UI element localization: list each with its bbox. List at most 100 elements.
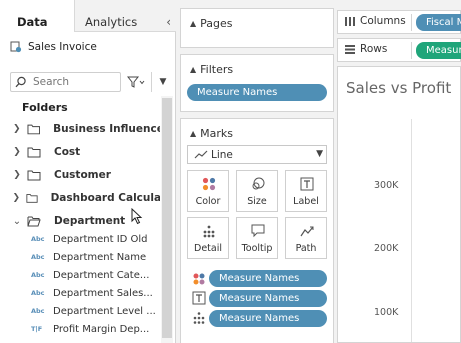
field-item[interactable]: Abc Department Name xyxy=(31,249,159,265)
marks-title[interactable]: ▲ Marks xyxy=(190,127,233,140)
boolean-type-icon: T|F xyxy=(31,325,43,333)
label-icon xyxy=(300,177,314,191)
columns-shelf-label: Columns xyxy=(344,15,406,27)
tab-analytics-label: Analytics xyxy=(85,15,138,29)
filter-icon xyxy=(127,76,145,88)
detail-icon xyxy=(203,225,215,238)
detail-label: Detail xyxy=(194,243,222,254)
chevron-right-icon[interactable]: ❯ xyxy=(12,124,22,134)
mark-type-select[interactable]: Line ▼ xyxy=(187,145,327,164)
tab-analytics[interactable]: Analytics ‹ xyxy=(75,0,176,32)
size-icon xyxy=(252,177,265,190)
y-axis-tick: 100K xyxy=(374,307,399,318)
marks-label: Marks xyxy=(200,127,234,140)
detail-button[interactable]: Detail xyxy=(187,217,229,259)
field-label: Department Name xyxy=(53,251,147,263)
path-label: Path xyxy=(295,243,317,254)
folder-cost[interactable]: ❯ Cost xyxy=(12,143,160,161)
rows-pill[interactable]: Measur xyxy=(416,42,461,59)
columns-pill[interactable]: Fiscal M xyxy=(416,14,461,31)
tooltip-icon xyxy=(251,224,265,238)
data-pane-scrollbar[interactable] xyxy=(161,96,173,343)
pane-tabs: Data Analytics ‹ xyxy=(0,0,176,32)
field-item[interactable]: Abc Department ID Old xyxy=(31,231,159,247)
color-label: Color xyxy=(195,196,221,207)
y-axis-tick: 200K xyxy=(374,243,399,254)
path-button[interactable]: Path xyxy=(285,217,327,259)
field-item[interactable]: Abc Department Cate... xyxy=(31,267,159,283)
toolbar-divider xyxy=(151,72,152,92)
string-type-icon: Abc xyxy=(31,235,45,243)
search-icon xyxy=(15,76,26,88)
pages-title[interactable]: ▲ Pages xyxy=(190,17,233,30)
color-pill-measure-names[interactable]: Measure Names xyxy=(209,270,327,287)
chevron-right-icon[interactable]: ❯ xyxy=(12,170,22,180)
folder-open-icon xyxy=(27,216,41,227)
rows-shelf-label: Rows xyxy=(344,43,387,55)
datasource-icon xyxy=(10,41,22,53)
field-label: Department Level ... xyxy=(53,305,156,317)
folder-label: Dashboard Calculat... xyxy=(50,192,160,204)
filter-pill-measure-names[interactable]: Measure Names xyxy=(187,84,327,101)
collapse-triangle-icon: ▲ xyxy=(190,129,197,138)
chevron-right-icon[interactable]: ❯ xyxy=(12,147,22,157)
path-icon xyxy=(300,226,314,237)
field-label: Department Sales... xyxy=(53,287,153,299)
chevron-down-icon[interactable]: ⌄ xyxy=(12,216,22,227)
shelf-divider xyxy=(411,14,412,31)
rows-icon xyxy=(345,44,355,54)
filter-fields-button[interactable] xyxy=(124,72,148,92)
datasource-name: Sales Invoice xyxy=(28,41,97,53)
folders-heading: Folders xyxy=(22,101,68,114)
label-pill-measure-names[interactable]: Measure Names xyxy=(209,290,327,307)
mark-type-label: Line xyxy=(211,149,233,161)
field-label: Department Cate... xyxy=(53,269,150,281)
chevron-right-icon[interactable]: ❯ xyxy=(12,193,21,203)
tooltip-label: Tooltip xyxy=(241,243,273,254)
scrollbar-thumb[interactable] xyxy=(162,98,172,338)
filters-title[interactable]: ▲ Filters xyxy=(190,63,233,76)
detail-dots-icon xyxy=(193,312,205,324)
rows-shelf[interactable]: Rows Measur xyxy=(337,38,461,62)
color-button[interactable]: Color xyxy=(187,170,229,212)
viz-view[interactable]: Sales vs Profit 300K 200K 100K xyxy=(337,66,461,343)
field-label: Profit Margin Dep... xyxy=(53,323,150,335)
collapse-pane-icon[interactable]: ‹ xyxy=(166,12,171,32)
folder-business-influence[interactable]: ❯ Business Influence xyxy=(12,120,160,138)
string-type-icon: Abc xyxy=(31,289,45,297)
color-dots-icon xyxy=(193,273,205,285)
columns-shelf[interactable]: Columns Fiscal M xyxy=(337,10,461,34)
detail-pill-measure-names[interactable]: Measure Names xyxy=(209,310,327,327)
field-item[interactable]: Abc Department Level ... xyxy=(31,303,159,319)
field-item[interactable]: Abc Department Sales... xyxy=(31,285,159,301)
tooltip-button[interactable]: Tooltip xyxy=(236,217,278,259)
columns-label: Columns xyxy=(360,15,406,27)
folder-icon xyxy=(27,170,41,181)
collapse-triangle-icon: ▲ xyxy=(190,65,197,74)
y-axis-line xyxy=(411,119,412,342)
data-pane: Data Analytics ‹ Sales Invoice ▼ Folders… xyxy=(0,0,176,343)
label-button[interactable]: Label xyxy=(285,170,327,212)
datasource[interactable]: Sales Invoice xyxy=(10,39,97,55)
folder-dashboard-calculations[interactable]: ❯ Dashboard Calculat... xyxy=(12,189,160,207)
field-item[interactable]: T|F Profit Margin Dep... xyxy=(31,321,159,337)
pages-label: Pages xyxy=(200,17,233,30)
tab-data[interactable]: Data xyxy=(0,0,75,32)
line-mark-icon xyxy=(194,150,208,159)
size-button[interactable]: Size xyxy=(236,170,278,212)
search-box[interactable] xyxy=(10,72,121,92)
filters-card[interactable]: ▲ Filters xyxy=(180,54,334,112)
search-input[interactable] xyxy=(33,74,118,90)
viz-title: Sales vs Profit xyxy=(346,79,452,97)
string-type-icon: Abc xyxy=(31,307,45,315)
chevron-down-icon: ▼ xyxy=(159,77,167,87)
pane-menu-button[interactable]: ▼ xyxy=(155,72,171,92)
rows-label: Rows xyxy=(360,43,388,55)
label-text-icon xyxy=(192,291,206,305)
folder-customer[interactable]: ❯ Customer xyxy=(12,166,160,184)
folder-label: Cost xyxy=(54,146,81,158)
label-label: Label xyxy=(293,196,319,207)
pages-card[interactable]: ▲ Pages xyxy=(180,8,334,48)
string-type-icon: Abc xyxy=(31,253,45,261)
mouse-cursor-icon xyxy=(131,208,143,225)
